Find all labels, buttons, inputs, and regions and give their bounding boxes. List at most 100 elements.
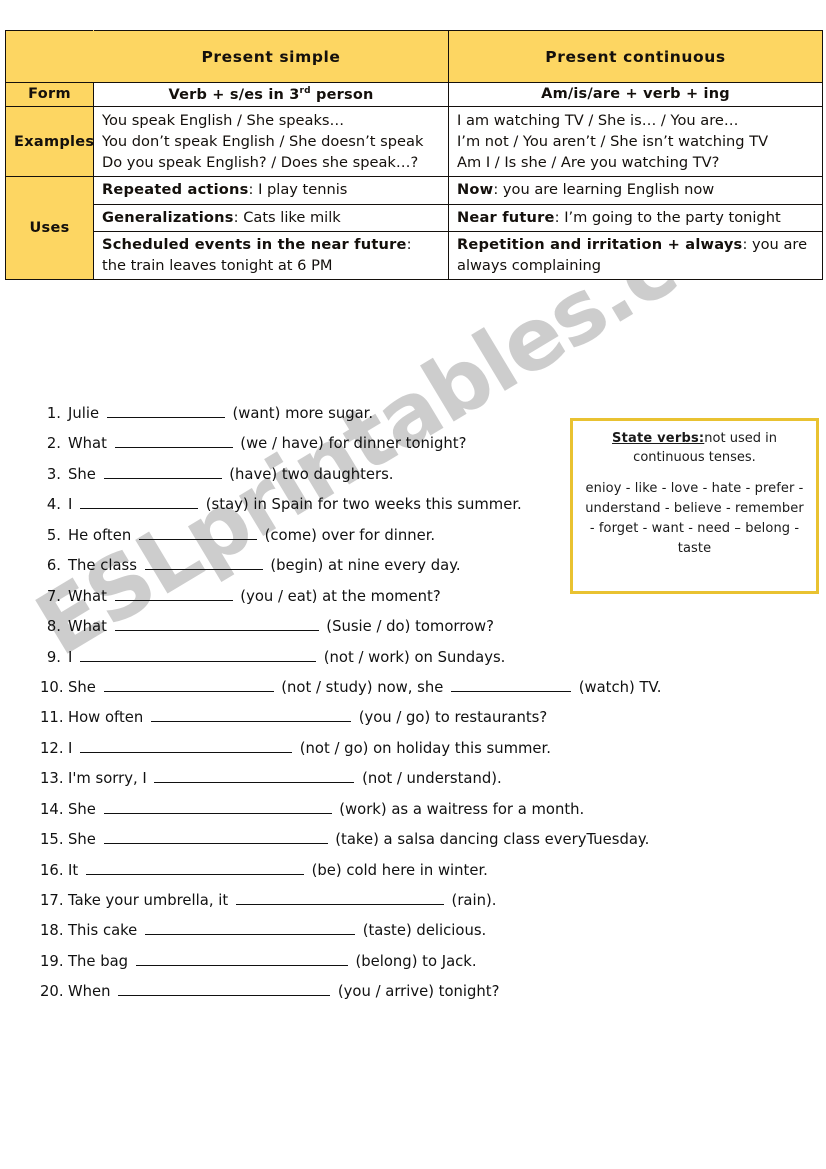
exercise-sentence: What (you / eat) at the moment? [68, 587, 441, 605]
answer-blank[interactable] [103, 465, 222, 479]
exercise-text-before-blank: What [68, 435, 112, 453]
table-row-uses-1: Uses Repeated actions: I play tennis Now… [5, 176, 823, 280]
answer-blank[interactable] [103, 830, 328, 845]
answer-blank[interactable] [144, 556, 263, 571]
exercise-text-before-blank: The class [68, 557, 142, 575]
uses-continuous-repetition-irritation: Repetition and irritation + always: you … [448, 231, 823, 280]
exercise-number: 8. [46, 618, 61, 636]
exercise-text-after-blank: (you / arrive) tonight? [333, 983, 500, 1001]
exercise-sentence: He often (come) over for dinner. [68, 526, 435, 544]
exercise-text-before-blank: I [68, 496, 78, 514]
answer-blank[interactable] [85, 861, 304, 875]
header-present-simple: Present simple [93, 30, 449, 83]
exercise-text-after-blank: (you / eat) at the moment? [235, 587, 441, 605]
uses-continuous-1-bold: Now [457, 181, 494, 199]
uses-continuous-2-bold: Near future [457, 208, 555, 226]
row-label-form: Form [5, 82, 94, 107]
exercise-text-after-blank-2: (watch) TV. [574, 678, 662, 696]
uses-simple-1-bold: Repeated actions [102, 181, 249, 199]
form-present-simple: Verb + s/es in 3rd person [93, 82, 449, 107]
examples-continuous-line-2: I’m not / You aren’t / She isn’t watchin… [457, 132, 769, 150]
exercise-sentence: This cake (taste) delicious. [68, 921, 486, 939]
exercise-item: 12. I (not / go) on holiday this summer. [40, 739, 800, 757]
state-verbs-box: State verbs:not used in continuous tense… [570, 418, 819, 594]
uses-simple-2-bold: Generalizations [102, 208, 234, 226]
exercise-item: 14. She (work) as a waitress for a month. [40, 800, 800, 818]
exercise-number: 15. [40, 831, 64, 849]
exercise-sentence: She (not / study) now, she (watch) TV. [68, 678, 661, 696]
form-simple-sup: rd [299, 86, 311, 96]
exercise-sentence: The bag (belong) to Jack. [68, 952, 477, 970]
exercise-sentence: How often (you / go) to restaurants? [68, 708, 547, 726]
exercise-text-before-blank: Take your umbrella, it [68, 892, 233, 910]
uses-continuous-3-bold: Repetition and irritation + always [457, 236, 743, 254]
answer-blank[interactable] [118, 982, 331, 997]
answer-blank[interactable] [80, 495, 199, 510]
answer-blank[interactable] [154, 769, 355, 784]
answer-blank[interactable] [145, 921, 355, 936]
uses-continuous-near-future: Near future: I’m going to the party toni… [448, 203, 823, 233]
answer-blank[interactable] [114, 434, 233, 449]
exercise-text-after-blank: (stay) in Spain for two weeks this summe… [201, 496, 522, 514]
worksheet-page: ESLprintables.com Present simple Present… [0, 0, 826, 1169]
exercise-sentence: I (not / go) on holiday this summer. [68, 739, 551, 757]
answer-blank-secondary[interactable] [451, 678, 572, 692]
exercise-text-after-blank: (not / go) on holiday this summer. [295, 739, 551, 757]
state-verbs-list: enioy - like - love - hate - prefer - un… [585, 480, 804, 557]
exercise-sentence: Julie (want) more sugar. [68, 404, 373, 422]
exercise-text-before-blank: She [68, 678, 101, 696]
table-row-examples: Examples You speak English / She speaks…… [5, 105, 823, 178]
exercise-text-after-blank: (begin) at nine every day. [265, 557, 461, 575]
row-label-examples: Examples [5, 105, 94, 178]
exercise-sentence: I (not / work) on Sundays. [68, 648, 505, 666]
exercise-text-before-blank: This cake [68, 922, 142, 940]
answer-blank[interactable] [150, 708, 351, 723]
exercise-text-after-blank: (take) a salsa dancing class everyTuesda… [330, 831, 650, 849]
exercise-number: 9. [46, 648, 61, 666]
exercise-number: 16. [40, 861, 64, 879]
exercise-number: 1. [46, 405, 61, 423]
exercise-item: 11. How often (you / go) to restaurants? [40, 708, 800, 726]
answer-blank[interactable] [135, 952, 348, 966]
exercise-sentence: Take your umbrella, it (rain). [68, 891, 496, 909]
exercise-item: 10. She (not / study) now, she (watch) TV… [40, 678, 800, 696]
exercise-text-before-blank: I [68, 739, 78, 757]
answer-blank[interactable] [114, 617, 319, 632]
uses-simple-scheduled-events: Scheduled events in the near future: the… [93, 231, 449, 280]
header-present-continuous: Present continuous [448, 30, 823, 83]
exercise-item: 13. I'm sorry, I (not / understand). [40, 769, 800, 787]
exercise-item: 8. What (Susie / do) tomorrow? [40, 617, 800, 635]
uses-simple-1-rest: : I play tennis [248, 181, 348, 199]
form-present-continuous: Am/is/are + verb + ing [448, 82, 823, 107]
form-simple-post: person [310, 86, 374, 103]
answer-blank[interactable] [138, 526, 257, 540]
answer-blank[interactable] [80, 739, 293, 753]
exercise-text-before-blank: I'm sorry, I [68, 770, 152, 788]
answer-blank[interactable] [235, 891, 444, 906]
uses-simple-generalizations: Generalizations: Cats like milk [93, 203, 449, 233]
form-simple-pre: Verb + s/es in 3 [168, 86, 300, 103]
answer-blank[interactable] [114, 587, 233, 601]
exercise-text-after-blank: (want) more sugar. [227, 405, 374, 423]
exercise-item: 15. She (take) a salsa dancing class ever… [40, 830, 800, 848]
exercise-text-before-blank: What [68, 587, 112, 605]
exercise-sentence: When (you / arrive) tonight? [68, 982, 499, 1000]
uses-continuous-3-rest: : you are [742, 236, 808, 254]
exercise-item: 18. This cake (taste) delicious. [40, 921, 800, 939]
examples-continuous-line-3: Am I / Is she / Are you watching TV? [457, 154, 720, 172]
table-row-uses-3: Scheduled events in the near future: the… [6, 231, 823, 280]
exercise-text-after-blank: (taste) delicious. [358, 922, 487, 940]
answer-blank[interactable] [106, 404, 225, 419]
uses-simple-3-rest: : [406, 236, 412, 254]
uses-simple-repeated-actions: Repeated actions: I play tennis [93, 176, 449, 205]
exercise-sentence: What (Susie / do) tomorrow? [68, 617, 494, 635]
exercise-text-after-blank: (work) as a waitress for a month. [334, 800, 585, 818]
exercise-text-before-blank: When [68, 983, 116, 1001]
exercise-text-before-blank: She [68, 465, 101, 483]
answer-blank[interactable] [103, 678, 274, 692]
uses-continuous-now: Now: you are learning English now [448, 176, 823, 205]
exercise-number: 20. [40, 983, 64, 1001]
answer-blank[interactable] [80, 648, 317, 662]
answer-blank[interactable] [103, 800, 332, 814]
exercise-text-after-blank: (belong) to Jack. [350, 952, 477, 970]
